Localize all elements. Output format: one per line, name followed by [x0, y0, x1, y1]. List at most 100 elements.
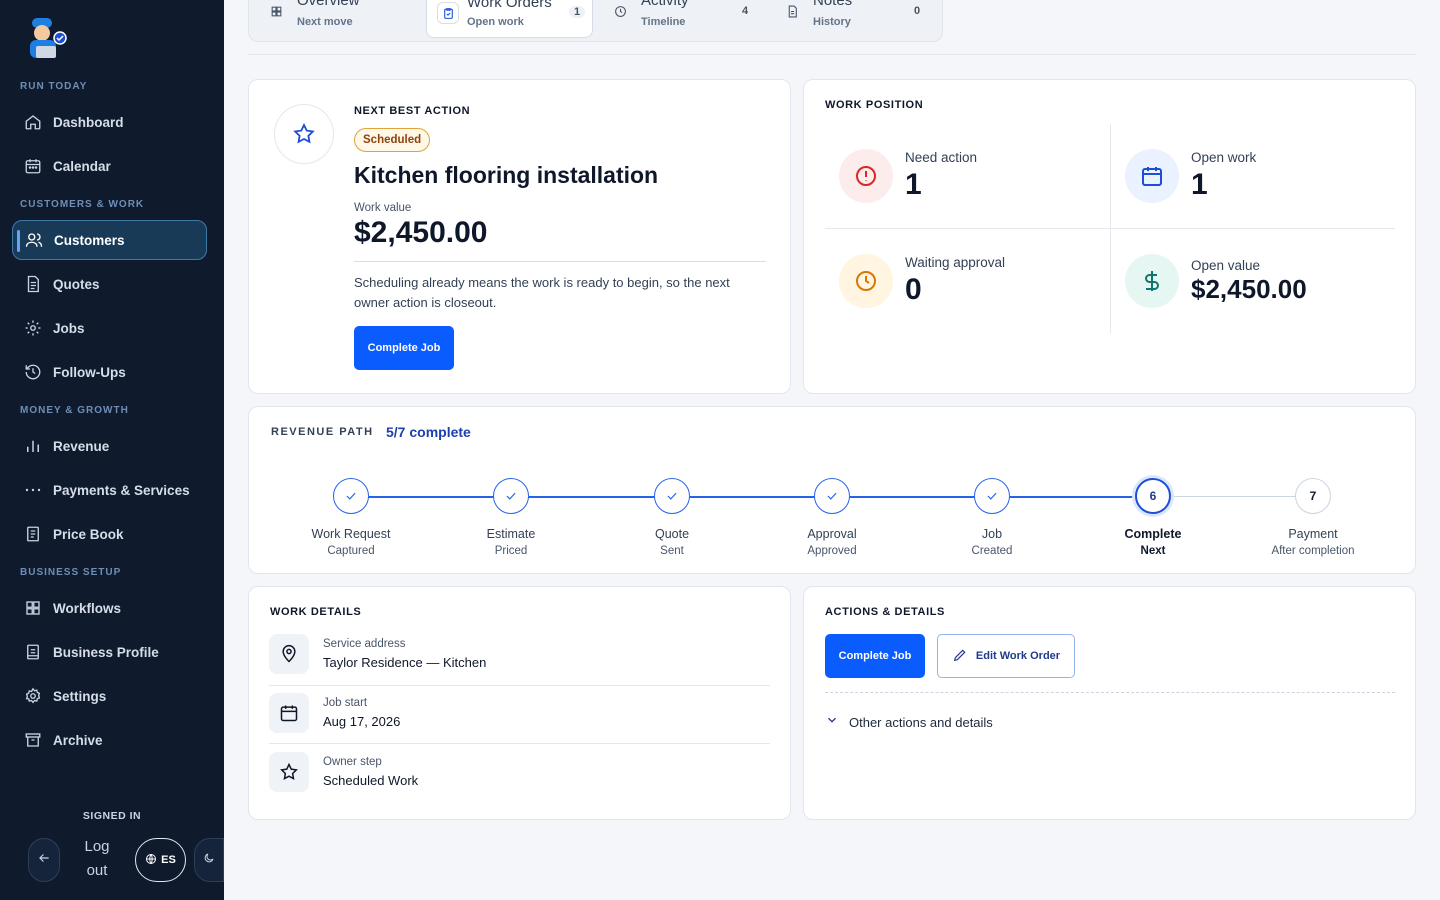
stat-open-work-label: Open work: [1191, 150, 1257, 165]
bar-chart-icon: [24, 437, 42, 455]
moon-icon: [203, 851, 215, 869]
step-title: Complete: [1124, 527, 1182, 541]
tab-title: Work Orders: [467, 0, 552, 11]
signed-in-label: SIGNED IN: [82, 810, 142, 822]
collapse-sidebar-button[interactable]: [28, 838, 60, 882]
section-heading: WORK POSITION: [825, 99, 924, 111]
detail-label: Job start: [323, 697, 368, 709]
section-money-growth: MONEY & GROWTH: [20, 405, 129, 416]
clock-icon: [609, 0, 631, 22]
tab-count: 1: [569, 6, 586, 18]
step-complete: 6 Complete Next: [1093, 478, 1213, 557]
status-badge: Scheduled: [354, 128, 431, 152]
action-description: Scheduling already means the work is rea…: [354, 275, 730, 310]
section-heading: WORK DETAILS: [270, 606, 362, 618]
sidebar-item-label: Dashboard: [53, 114, 124, 130]
logout-link[interactable]: Log out: [76, 835, 118, 883]
sidebar-item-revenue[interactable]: Revenue: [12, 426, 207, 466]
more-dots-icon: [24, 481, 42, 499]
section-heading: NEXT BEST ACTION: [354, 105, 471, 117]
tab-subtitle: Open work: [467, 16, 524, 28]
tab-notes[interactable]: Notes History 0: [781, 0, 931, 38]
sidebar-item-label: Payments & Services: [53, 482, 190, 498]
sidebar-item-payments-services[interactable]: Payments & Services: [12, 470, 207, 510]
detail-job-start: Job start Aug 17, 2026: [269, 693, 770, 744]
sidebar-item-label: Workflows: [53, 600, 122, 616]
sidebar-item-label: Customers: [54, 232, 125, 248]
check-icon: [333, 478, 369, 514]
step-estimate: Estimate Priced: [451, 478, 571, 557]
check-icon: [493, 478, 529, 514]
edit-work-order-button[interactable]: Edit Work Order: [937, 634, 1075, 678]
grid-icon: [265, 0, 287, 22]
sidebar-item-settings[interactable]: Settings: [12, 676, 207, 716]
sidebar-item-follow-ups[interactable]: Follow-Ups: [12, 352, 207, 392]
document-icon: [24, 275, 42, 293]
step-approval: Approval Approved: [772, 478, 892, 557]
check-icon: [814, 478, 850, 514]
star-icon: [269, 752, 309, 792]
sidebar-item-price-book[interactable]: Price Book: [12, 514, 207, 554]
alert-icon: [839, 149, 893, 203]
tab-activity[interactable]: Activity Timeline 4: [609, 0, 769, 38]
tab-overview[interactable]: Overview Next move: [265, 0, 425, 38]
tab-count: 4: [742, 5, 749, 17]
step-title: Quote: [654, 527, 690, 541]
book-icon: [24, 525, 42, 543]
sidebar-item-label: Revenue: [53, 438, 110, 454]
tab-count: 0: [914, 5, 921, 17]
work-title: Kitchen flooring installation: [354, 162, 659, 188]
actions-details-card: ACTIONS & DETAILS Complete Job Edit Work…: [803, 586, 1416, 820]
complete-job-button[interactable]: Complete Job: [825, 634, 925, 678]
detail-label: Owner step: [323, 756, 382, 768]
stat-need-action-value: 1: [905, 168, 922, 201]
stat-need-action-label: Need action: [905, 150, 978, 165]
step-subtitle: Approved: [807, 545, 857, 557]
sidebar-item-quotes[interactable]: Quotes: [12, 264, 207, 304]
edit-work-order-label: Edit Work Order: [975, 650, 1061, 662]
detail-value: Taylor Residence — Kitchen: [323, 655, 487, 670]
clipboard-icon: [437, 2, 459, 24]
tab-title: Notes: [813, 0, 853, 9]
sidebar-item-business-profile[interactable]: Business Profile: [12, 632, 207, 672]
language-toggle[interactable]: ES: [135, 838, 186, 882]
check-icon: [974, 478, 1010, 514]
divider: [825, 228, 1395, 229]
app-logo[interactable]: [22, 16, 68, 64]
record-tabs: Overview Next move Work Orders Open work…: [248, 0, 943, 42]
sidebar-item-calendar[interactable]: Calendar: [12, 146, 207, 186]
step-subtitle: Next: [1140, 545, 1166, 557]
other-actions-toggle[interactable]: Other actions and details: [825, 713, 993, 732]
value-label: Work value: [354, 202, 412, 214]
sidebar-item-jobs[interactable]: Jobs: [12, 308, 207, 348]
section-heading: ACTIONS & DETAILS: [825, 606, 945, 618]
chevron-down-icon: [825, 713, 839, 732]
dollar-icon: [1125, 254, 1179, 308]
stat-waiting-approval-label: Waiting approval: [905, 255, 1006, 270]
sidebar-item-archive[interactable]: Archive: [12, 720, 207, 760]
complete-job-button[interactable]: Complete Job: [354, 326, 454, 370]
map-pin-icon: [269, 634, 309, 674]
globe-icon: [145, 853, 157, 868]
step-job: Job Created: [932, 478, 1052, 557]
gear-icon: [24, 319, 42, 337]
sidebar-item-customers[interactable]: Customers: [12, 220, 207, 260]
step-title: Payment: [1288, 527, 1338, 541]
star-icon: [274, 104, 334, 164]
section-customers-work: CUSTOMERS & WORK: [20, 199, 145, 210]
calendar-icon: [24, 157, 42, 175]
step-subtitle: Captured: [327, 545, 375, 557]
sidebar-item-dashboard[interactable]: Dashboard: [12, 102, 207, 142]
detail-service-address: Service address Taylor Residence — Kitch…: [269, 634, 770, 686]
divider: [1110, 124, 1111, 334]
grid-icon: [24, 599, 42, 617]
sidebar-item-label: Business Profile: [53, 644, 159, 660]
sidebar-item-workflows[interactable]: Workflows: [12, 588, 207, 628]
tab-work-orders[interactable]: Work Orders Open work 1: [426, 0, 593, 38]
language-label: ES: [161, 854, 176, 866]
tab-title: Overview: [297, 0, 360, 9]
pencil-icon: [952, 647, 968, 666]
tab-subtitle: Timeline: [641, 16, 686, 28]
sidebar-item-label: Follow-Ups: [53, 364, 126, 380]
theme-toggle-button[interactable]: [194, 838, 224, 882]
